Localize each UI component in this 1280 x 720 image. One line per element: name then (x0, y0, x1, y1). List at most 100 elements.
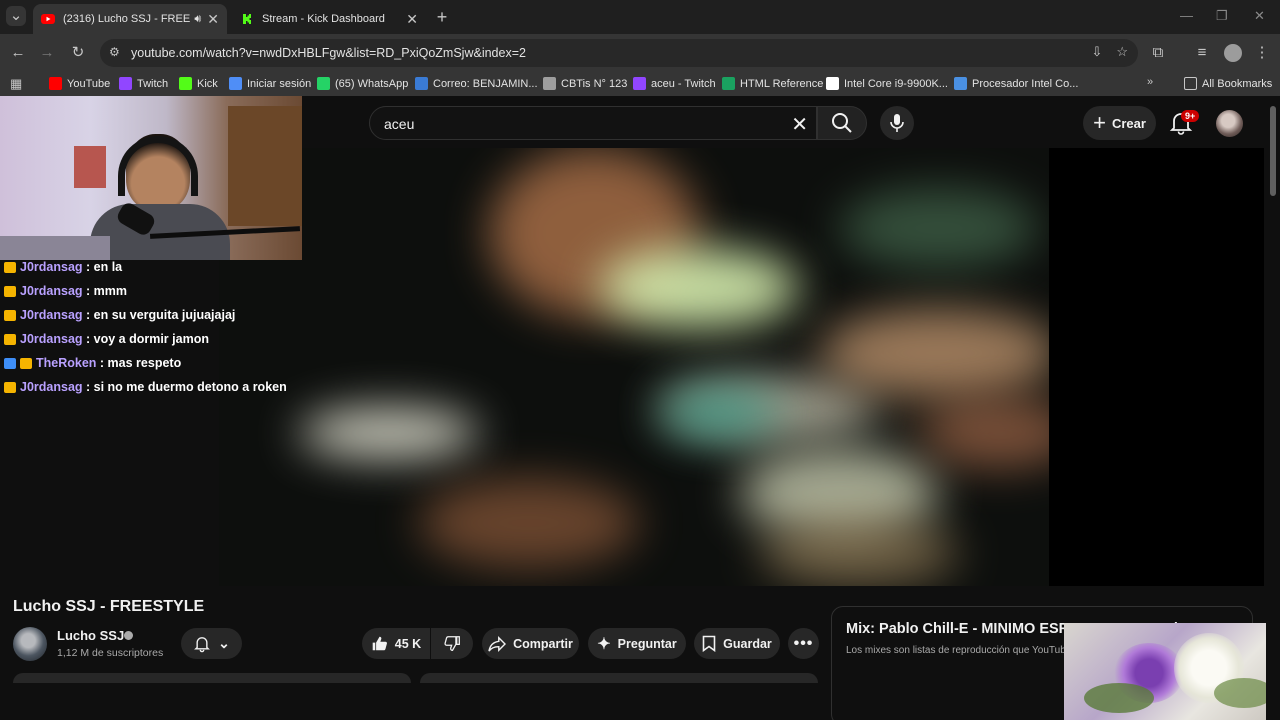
bookmark-favicon-icon (119, 77, 132, 90)
chat-username[interactable]: J0rdansag (20, 332, 83, 346)
bookmark-label: Twitch (137, 77, 169, 90)
video-frame-blur (819, 308, 1049, 398)
bookmark-item[interactable]: Iniciar sesión (229, 77, 311, 90)
forward-button[interactable]: → (37, 43, 57, 63)
subscription-bell-button[interactable]: ⌄ (181, 628, 242, 659)
bookmark-label: CBTis N° 123 (561, 77, 628, 90)
clear-search-icon[interactable]: ✕ (791, 112, 808, 137)
tab-search-button[interactable]: ⌄ (6, 6, 26, 26)
channel-name[interactable]: Lucho SSJ (57, 628, 124, 643)
plus-icon: + (1093, 110, 1106, 135)
bookmark-item[interactable]: aceu - Twitch (633, 77, 716, 90)
minimize-icon[interactable]: — (1180, 8, 1193, 23)
tab-kick[interactable]: Stream - Kick Dashboard ✕ (232, 4, 426, 34)
search-icon (832, 113, 852, 133)
chat-badge-icon (4, 357, 16, 369)
chat-text: : si no me duermo detono a roken (86, 380, 287, 394)
chat-text: : en la (86, 260, 123, 274)
scrollbar-thumb[interactable] (1270, 106, 1276, 196)
chat-badge-icon (4, 381, 16, 393)
chat-text: : en su verguita jujuajajaj (86, 308, 236, 322)
account-avatar[interactable] (1216, 110, 1243, 137)
bookmark-item[interactable]: CBTis N° 123 (543, 77, 627, 90)
url-text[interactable]: youtube.com/watch?v=nwdDxHBLFgw&list=RD_… (131, 46, 526, 60)
video-player[interactable] (219, 148, 1049, 586)
bookmark-label: aceu - Twitch (651, 77, 716, 90)
chat-text: : voy a dormir jamon (86, 332, 209, 346)
save-button[interactable]: Guardar (694, 628, 780, 659)
profile-avatar[interactable] (1224, 44, 1242, 62)
speaker-icon[interactable]: 🔊︎ (194, 13, 201, 26)
new-tab-button[interactable]: + (432, 7, 452, 27)
video-frame-blur (919, 398, 1049, 468)
chat-message: J0rdansag : mmm (4, 279, 287, 303)
poster (74, 146, 106, 188)
address-bar[interactable]: ⚙ youtube.com/watch?v=nwdDxHBLFgw&list=R… (100, 39, 1138, 67)
tab-title: Stream - Kick Dashboard (262, 13, 385, 25)
folder-icon (1184, 77, 1197, 90)
bookmark-item[interactable]: Kick (179, 77, 218, 90)
bookmark-item[interactable]: Procesador Intel Co... (954, 77, 1078, 90)
chat-username[interactable]: J0rdansag (20, 284, 83, 298)
dislike-button[interactable] (431, 628, 473, 659)
media-controls-icon[interactable]: ≡ (1192, 43, 1212, 63)
site-info-icon[interactable]: ⚙ (109, 45, 120, 59)
reload-button[interactable]: ↻ (68, 43, 88, 63)
more-horizontal-icon: ••• (793, 634, 814, 652)
tab-title: (2316) Lucho SSJ - FREESTYLE (63, 13, 191, 25)
close-tab-icon[interactable]: ✕ (406, 11, 418, 28)
install-app-icon[interactable]: ⇩ (1091, 44, 1102, 60)
bookmark-item[interactable]: YouTube (49, 77, 110, 90)
chat-message: J0rdansag : en su verguita jujuajajaj (4, 303, 287, 327)
apps-icon[interactable]: ▦ (10, 76, 22, 92)
all-bookmarks[interactable]: All Bookmarks (1184, 77, 1272, 90)
channel-avatar[interactable] (13, 627, 47, 661)
chat-badge-icon (20, 357, 32, 369)
restore-icon[interactable]: ❐ (1216, 8, 1228, 24)
tab-youtube[interactable]: (2316) Lucho SSJ - FREESTYLE 🔊︎ ✕ (33, 4, 227, 34)
like-button[interactable]: 45 K (362, 628, 430, 659)
search-button[interactable] (817, 106, 867, 140)
voice-search-button[interactable] (880, 106, 914, 140)
bookmark-item[interactable]: Twitch (119, 77, 168, 90)
extensions-icon[interactable]: ⧉ (1148, 43, 1168, 63)
thumbs-down-icon (443, 636, 460, 651)
search-box[interactable]: aceu ✕ (369, 106, 817, 140)
close-window-icon[interactable]: ✕ (1254, 8, 1265, 24)
verified-icon (124, 631, 133, 640)
bookmark-item[interactable]: (65) WhatsApp (317, 77, 408, 90)
more-actions-button[interactable]: ••• (788, 628, 819, 659)
bookmark-label: Iniciar sesión (247, 77, 312, 90)
ask-button[interactable]: ✦ Preguntar (588, 628, 686, 659)
microphone-icon (890, 114, 904, 132)
flower-camera-overlay (1064, 623, 1280, 720)
menu-icon[interactable]: ⋮ (1252, 43, 1272, 63)
more-bookmarks-icon[interactable]: » (1147, 76, 1153, 88)
chat-username[interactable]: J0rdansag (20, 308, 83, 322)
bookmark-favicon-icon (826, 77, 839, 90)
chat-message: J0rdansag : voy a dormir jamon (4, 327, 287, 351)
create-button[interactable]: + Crear (1083, 106, 1156, 140)
bookmark-item[interactable]: Correo: BENJAMIN... (415, 77, 538, 90)
chat-badge-icon (4, 333, 16, 345)
share-button[interactable]: Compartir (482, 628, 579, 659)
chat-text: : mas respeto (99, 356, 182, 370)
video-frame-blur (759, 518, 959, 586)
bookmark-favicon-icon (543, 77, 556, 90)
bookmark-star-icon[interactable]: ☆ (1116, 44, 1128, 60)
search-input[interactable]: aceu (384, 116, 414, 132)
bookmark-item[interactable]: HTML Reference (722, 77, 823, 90)
comment-box[interactable] (420, 673, 818, 683)
close-tab-icon[interactable]: ✕ (207, 11, 219, 28)
bookmark-item[interactable]: Intel Core i9-9900K... (826, 77, 948, 90)
share-icon (488, 635, 507, 652)
back-button[interactable]: ← (8, 43, 28, 63)
bookmarks-bar: ▦ YouTube Twitch Kick Iniciar sesión (65) Wh… (0, 72, 1280, 96)
description-box[interactable] (13, 673, 411, 683)
chat-username[interactable]: J0rdansag (20, 380, 83, 394)
chat-username[interactable]: J0rdansag (20, 260, 83, 274)
bookmark-icon (702, 635, 716, 652)
bookmark-favicon-icon (317, 77, 330, 90)
chat-message: TheRoken : mas respeto (4, 351, 287, 375)
chat-username[interactable]: TheRoken (36, 356, 96, 370)
